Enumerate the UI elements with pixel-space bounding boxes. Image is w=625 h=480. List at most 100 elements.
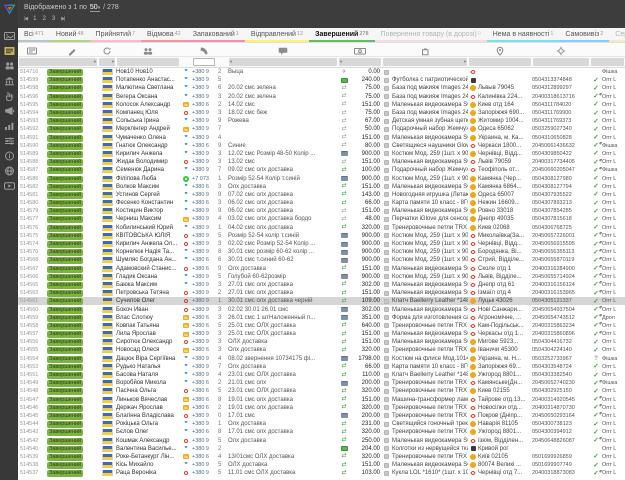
table-row[interactable]: 514596ЗавершенийВегера Оксана*+380 9320.… [18,93,625,101]
table-row[interactable]: 514543ЗавершенийБєлов Олег*+380 6817.01 … [18,428,625,436]
tab-2[interactable]: Новий48 [50,28,90,42]
table-row[interactable]: 514591ЗавершенийЧумаченко Олена*+380 94⇄… [18,134,625,142]
tab-count: 42 [175,31,181,37]
column-filter-input[interactable]: ▾ [339,58,381,66]
sidebar-item-video[interactable] [0,179,18,194]
tab-9[interactable]: Нема в наявності1 [487,28,560,42]
table-row[interactable]: 514568ЗавершенийШумляс Богдана Ан...*+38… [18,256,625,264]
confirm-cell: ✓ [590,183,602,190]
table-row[interactable]: 514581ЗавершенийУстинов Сергей*+380 9907… [18,191,625,199]
table-row[interactable]: 514595ЗавершенийКолосок Александрlc+380 … [18,101,625,109]
product-count-icon [384,430,389,435]
page-number-1[interactable]: 1 [33,15,36,24]
table-row[interactable]: 514567ЗавершенийАдамовский Станис...+380… [18,265,625,273]
status-badge: Завершений [47,225,83,232]
app-logo-icon[interactable] [3,2,16,20]
table-row[interactable]: 514549ЗавершенийВоробйов Микола*+380 622… [18,379,625,387]
tracking-number: 20400316153965 [532,289,590,297]
table-row[interactable]: 514539ЗавершенийРоке-Бетанкурт Лін...lc+… [18,453,625,461]
table-row[interactable]: 514545ЗавершенийБлагінна Владіслава+380 … [18,412,625,420]
table-row[interactable]: 514716ЗавершенийНов10 Нов10*+380 92Выца✈… [18,68,625,76]
column-filter-input[interactable] [591,58,624,66]
table-row[interactable]: 514548ЗавершенийПасічна Ольга+380 6523.0… [18,387,625,395]
column-filter-input[interactable] [533,58,589,66]
table-row[interactable]: 514592ЗавершенийМерклінгер Андрейlc+380 … [18,125,625,133]
table-row[interactable]: 514580ЗавершенийФесенко Константин*+380 … [18,199,625,207]
tab-10[interactable]: Самовивіз2 [559,28,609,42]
column-filter-input[interactable]: ▾ [383,58,467,66]
table-row[interactable]: 514594ЗавершенийКомпанец Юля+380 9318.02… [18,109,625,117]
table-row[interactable]: 514574ЗавершенийКирилич Анжела Ол...+380… [18,240,625,248]
tab-7[interactable]: Завершений278 [309,28,374,42]
table-row[interactable]: 514563ЗавершенийПетровська Тетяна+380 92… [18,289,625,297]
order-comment: 12.02 смс Розмір 48-50 Колір ... [228,150,338,158]
table-row[interactable]: 514554ЗавершенийДацюк Віра Сергіївна*+38… [18,355,625,363]
product-count-icon [384,422,389,427]
table-row[interactable]: 514587ЗавершенийСеменюк Дарина*+380 9709… [18,166,625,174]
messages-count: 1 [216,420,228,428]
tab-6[interactable]: Відправлений12 [245,28,309,42]
table-row[interactable]: 514547ЗавершенийЛиньков Вячеславlc+380 6… [18,396,625,404]
table-row[interactable]: 514556ЗавершенийСиротюк Олександр+380 93… [18,338,625,346]
page-number-3[interactable]: 3 [52,15,55,24]
table-row[interactable]: 514598ЗавершенийМалютина Светлана*+380 9… [18,84,625,92]
status-cell: Завершений [46,191,98,199]
table-row[interactable]: 514590ЗавершенийГнатюк Олександр*+380 69… [18,142,625,150]
page-size-dropdown[interactable]: 50▾ [90,4,100,12]
table-row[interactable]: 514555ЗавершенийНовосад Олесяlc+380 63Ол… [18,346,625,354]
table-row[interactable]: 514540ЗавершенийВалентина Василье...*+38… [18,445,625,453]
product-count-cell [382,242,392,247]
column-filter-input[interactable]: ▾ [229,58,337,66]
status-cell: Завершений [46,224,98,232]
table-row[interactable]: 514546ЗавершенийДержач Ярославlc+380 621… [18,404,625,412]
table-row[interactable]: 514576ЗавершенийКобилинський Юрий*+380 9… [18,224,625,232]
table-row[interactable]: 514557ЗавершенийЛила Ярославlc+380 9325.… [18,330,625,338]
client-phone: +380 9 [192,273,216,281]
table-row[interactable]: 514575ЗавершенийКВІТОВСЬКА ЮЛІЯ+380 95Ро… [18,232,625,240]
delivery-city: Киев отд 164 [478,101,532,109]
column-filter-input[interactable]: ▾ [19,58,97,66]
tab-3[interactable]: Прийнятий7 [90,28,142,42]
column-filter-input[interactable] [469,58,531,66]
tab-1[interactable]: Всі471 [18,28,50,42]
table-row[interactable]: 514544ЗавершенийРокіцька Ольга*+380 91Ол… [18,420,625,428]
table-row[interactable]: 514542ЗавершенийКошмак Александр+380 95О… [18,436,625,444]
table-row[interactable]: 514599ЗавершенийПотапенко Анастас...*+38… [18,76,625,84]
status-badge: Завершений [47,405,83,412]
table-row[interactable]: 514570ЗавершенийКорнелюк Надія Та...*+38… [18,248,625,256]
payment-cell: ⇄ [338,216,350,223]
table-row[interactable]: 514589ЗавершенийКирилич Анжела*+380 9312… [18,150,625,158]
table-row[interactable]: 514588ЗавершенийЖидак Володимир+380 9313… [18,158,625,166]
orders-table[interactable]: 514716ЗавершенийНов10 Нов10*+380 92Выца✈… [18,68,625,480]
table-row[interactable]: 514586ЗавершенийФіліпова Люба+7 0731Розм… [18,174,625,182]
tab-8[interactable]: Повернення товару (в дорозі)0 [375,28,487,42]
product-name: Маленькая видеокамера SQ8 *... [392,101,468,109]
table-row[interactable]: 514593ЗавершенийСольська Ірина*+380 99Ро… [18,117,625,125]
tab-11[interactable]: Сервіси0 [609,28,625,42]
table-row[interactable]: 514559ЗавершенийВлас Слотюуlc+380 6326.0… [18,314,625,322]
product-name: Форма для изготовления садов... [392,314,468,322]
table-row[interactable]: 514577ЗавершенийЧерниш Максимlc+380 9403… [18,215,625,223]
table-row[interactable]: 514560ЗавершенийБокоч Иван+380 9302.02 3… [18,305,625,313]
skip-start-icon[interactable]: |◀ [24,15,27,24]
page-number-2[interactable]: 2 [43,15,46,24]
table-row[interactable]: 514561ЗавершенийСучилов Олег+380 9130.01… [18,297,625,305]
table-row[interactable]: 514579ЗавершенийКостицин Виктор*+380 990… [18,207,625,215]
product-name: Маленькая видеокамера SQ8 *... [392,134,468,142]
table-row[interactable]: 514538ЗавершенийКісь Михайло*+380 95ОЛХ … [18,461,625,469]
column-filter-input[interactable] [193,58,215,66]
skip-end-icon[interactable]: ▶| [61,15,64,24]
table-row[interactable]: 514553ЗавершенийРудько Наталья*+380 97Ол… [18,363,625,371]
tab-5[interactable]: Запакований1 [187,28,245,42]
tab-4[interactable]: Відмова42 [141,28,187,42]
country-cell [98,446,116,452]
table-row[interactable]: 514582ЗавершенийВолков Максим*+380 63Олх… [18,183,625,191]
table-row[interactable]: 514537ЗавершенийРаца Вероніка+380 9511.0… [18,469,625,477]
column-filter-input[interactable]: ▾ [99,58,115,66]
table-row[interactable]: 514558ЗавершенийКовпак Татьянаlc+380 652… [18,322,625,330]
column-filter-input[interactable] [117,58,179,66]
table-row[interactable]: 514566ЗавершенийГладик Оксана*+380 95Гол… [18,273,625,281]
table-row[interactable]: 514565ЗавершенийБаюка Максим*+380 9327.0… [18,281,625,289]
table-row[interactable]: 514551ЗавершенийБасова Наталя*+380 9423.… [18,371,625,379]
client-phone: +380 9 [192,232,216,240]
